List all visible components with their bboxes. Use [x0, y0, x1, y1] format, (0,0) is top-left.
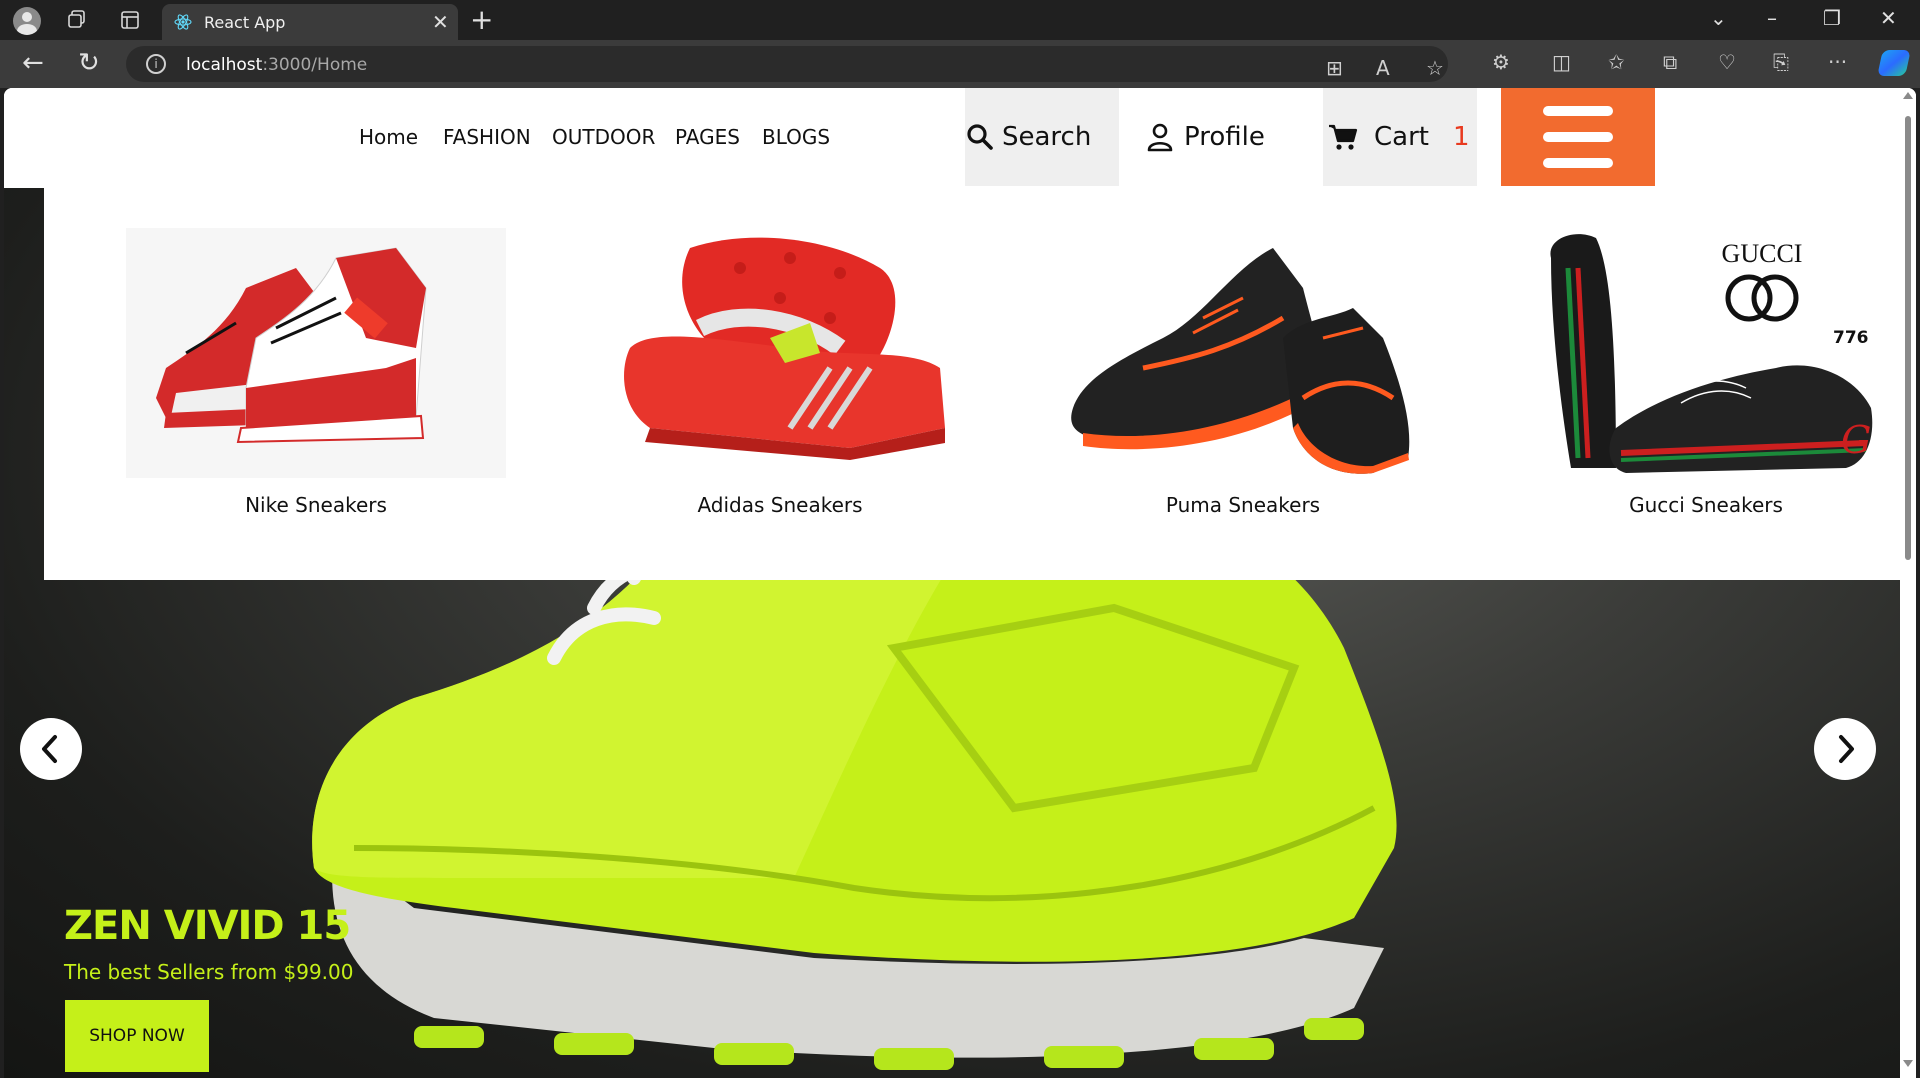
gucci-logo-icon: GUCCI: [1722, 240, 1803, 322]
browser-essentials-icon[interactable]: ♡: [1718, 50, 1736, 74]
shop-now-label: SHOP NOW: [89, 1026, 185, 1046]
page-viewport: SPO: [4, 88, 1916, 1078]
svg-text:G: G: [1841, 418, 1871, 462]
user-icon: [1147, 123, 1173, 152]
hamburger-menu-button[interactable]: [1501, 88, 1655, 186]
puma-sneaker-image: [1071, 248, 1410, 474]
collections-icon[interactable]: ⧉: [1663, 50, 1677, 74]
cart-label: Cart: [1374, 122, 1429, 152]
read-aloud-icon[interactable]: A: [1376, 56, 1390, 80]
browser-titlebar: React App ✕ + ⌄ – ❐ ✕: [0, 0, 1920, 40]
chevron-right-icon: [1839, 735, 1854, 763]
hero-subtitle: The best Sellers from $99.00: [64, 960, 354, 984]
product-card-nike[interactable]: Nike Sneakers: [126, 228, 506, 528]
scroll-thumb[interactable]: [1905, 116, 1911, 560]
tab-title: React App: [204, 13, 286, 32]
site-info-icon[interactable]: i: [146, 54, 166, 74]
hero-title: ZEN VIVID 15: [64, 903, 351, 949]
profile-label: Profile: [1184, 122, 1265, 152]
split-screen-icon[interactable]: ◫: [1552, 50, 1571, 74]
nike-sneaker-image: [126, 228, 506, 478]
scroll-down-arrow-icon[interactable]: [1903, 1060, 1913, 1067]
product-name: Puma Sneakers: [1165, 493, 1321, 517]
nav-link-blogs[interactable]: BLOGS: [762, 125, 830, 149]
new-tab-icon[interactable]: +: [470, 3, 493, 36]
product-card-puma[interactable]: Puma Sneakers: [1053, 228, 1433, 528]
nav-link-home[interactable]: Home: [359, 125, 418, 149]
back-arrow-icon[interactable]: ←: [22, 48, 44, 78]
profile-button[interactable]: Profile: [1139, 88, 1279, 186]
product-card-gucci[interactable]: G GUCCI Gucci Sneakers: [1516, 228, 1896, 528]
carousel-next-button[interactable]: [1814, 718, 1876, 780]
nav-link-pages[interactable]: PAGES: [675, 125, 740, 149]
profile-avatar-icon[interactable]: [13, 7, 41, 35]
restore-icon[interactable]: ❐: [1823, 6, 1841, 30]
search-label: Search: [1002, 122, 1092, 152]
favorite-star-icon[interactable]: ☆: [1426, 56, 1444, 80]
product-card-adidas[interactable]: Adidas Sneakers: [590, 228, 970, 528]
scroll-up-arrow-icon[interactable]: [1903, 92, 1913, 99]
extensions-icon[interactable]: ⚙: [1492, 50, 1510, 74]
tab-list-chevron-icon[interactable]: ⌄: [1710, 6, 1727, 30]
browser-toolbar: ← ↻ i localhost:3000/Home ⊞ A ☆ ⚙ ◫ ✩ ⧉ …: [0, 40, 1920, 88]
workspaces-icon[interactable]: [66, 9, 88, 31]
app-available-icon[interactable]: ⊞: [1326, 56, 1343, 80]
copilot-icon[interactable]: [1877, 50, 1911, 76]
search-button[interactable]: Search: [965, 88, 1119, 186]
settings-more-icon[interactable]: ···: [1828, 50, 1847, 74]
cart-button[interactable]: Cart 1: [1323, 88, 1477, 186]
react-favicon-icon: [174, 14, 192, 30]
hamburger-icon: [1543, 106, 1613, 116]
search-icon: [967, 124, 993, 150]
hero-shoe-image: [312, 548, 1397, 1070]
product-name: Adidas Sneakers: [697, 493, 863, 517]
tab-actions-icon[interactable]: [119, 9, 141, 31]
minimize-icon[interactable]: –: [1767, 6, 1777, 30]
gucci-logo-text: GUCCI: [1722, 240, 1803, 268]
url-text[interactable]: localhost:3000/Home: [186, 55, 367, 75]
refresh-icon[interactable]: ↻: [78, 48, 100, 78]
site-header: Home FASHION OUTDOOR PAGES BLOGS Search …: [4, 88, 1900, 188]
window-close-icon[interactable]: ✕: [1880, 6, 1897, 30]
page-scrollbar[interactable]: [1900, 88, 1916, 1078]
nav-link-outdoor[interactable]: OUTDOOR: [552, 125, 655, 149]
adidas-sneaker-image: [624, 237, 945, 460]
cart-icon: [1329, 124, 1358, 150]
address-field[interactable]: i localhost:3000/Home ⊞ A ☆: [126, 46, 1448, 82]
nav-link-fashion[interactable]: FASHION: [443, 125, 531, 149]
product-name: Nike Sneakers: [245, 493, 387, 517]
cart-count-badge: 1: [1453, 122, 1470, 152]
shop-now-button[interactable]: SHOP NOW: [65, 1000, 209, 1072]
favorites-icon[interactable]: ✩: [1608, 50, 1625, 74]
tab-close-icon[interactable]: ✕: [432, 10, 449, 34]
share-icon[interactable]: ⎘: [1773, 50, 1789, 74]
mega-menu-dropdown: 776 Nike Sneakers Adidas Sneakers Puma S…: [44, 188, 1900, 580]
tab-react-app[interactable]: React App ✕: [162, 4, 458, 40]
chevron-left-icon: [42, 735, 57, 763]
carousel-prev-button[interactable]: [20, 718, 82, 780]
product-name: Gucci Sneakers: [1629, 493, 1783, 517]
